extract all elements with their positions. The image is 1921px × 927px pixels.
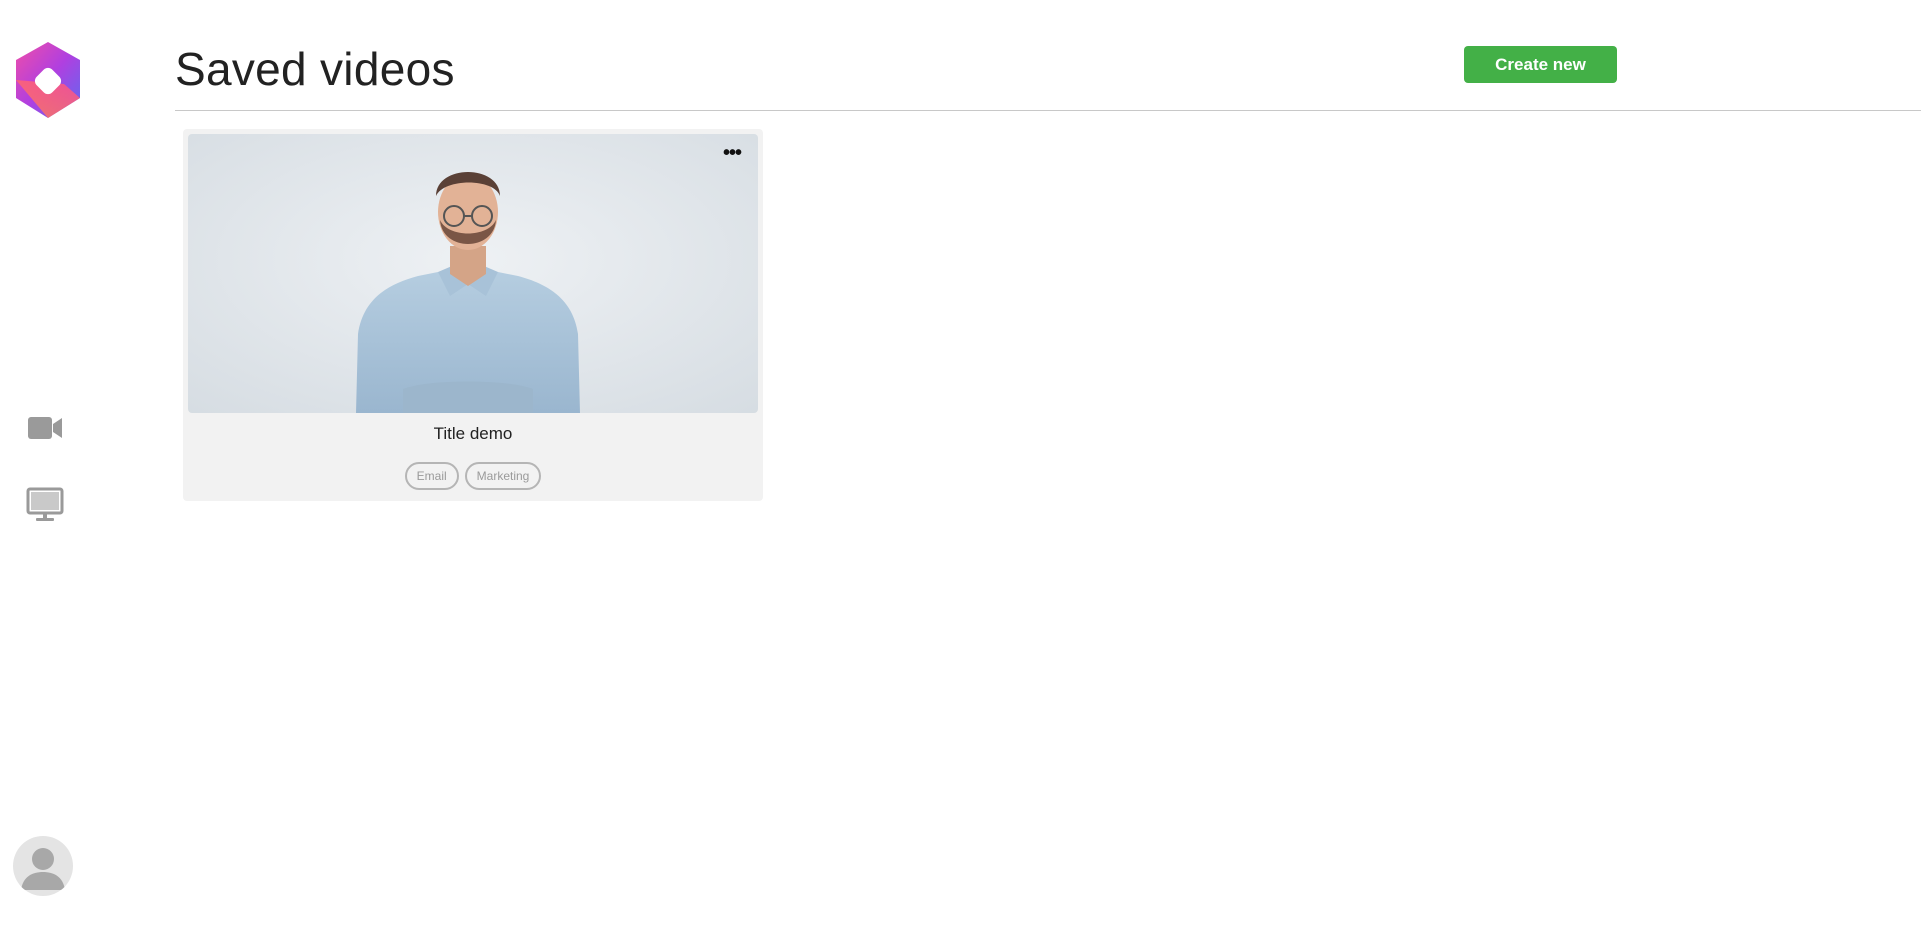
app-logo-icon[interactable]	[12, 40, 84, 120]
tag-chip[interactable]: Email	[404, 462, 459, 490]
monitor-icon[interactable]	[26, 487, 64, 523]
create-new-button[interactable]: Create new	[1464, 46, 1617, 83]
tag-list: Email Marketing	[183, 462, 763, 490]
video-camera-icon[interactable]	[26, 410, 64, 446]
page-title: Saved videos	[175, 43, 455, 95]
video-title: Title demo	[433, 424, 513, 443]
sidebar	[0, 0, 96, 927]
tag-chip[interactable]: Marketing	[464, 462, 542, 490]
user-avatar-icon[interactable]	[13, 836, 73, 896]
header-divider	[175, 110, 1921, 111]
video-card[interactable]: ••• Title demo Email Marketing	[183, 129, 763, 501]
more-options-icon[interactable]: •••	[720, 143, 744, 166]
video-thumbnail[interactable]: •••	[188, 134, 758, 413]
